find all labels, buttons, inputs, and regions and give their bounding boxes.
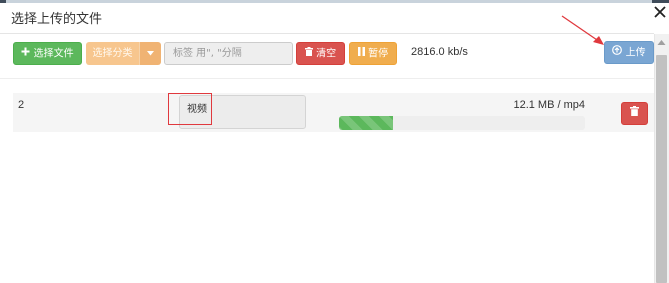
- file-size-type: 12.1 MB / mp4: [513, 99, 585, 111]
- select-files-label: 选择文件: [33, 48, 74, 60]
- trash-icon: [630, 102, 639, 125]
- upload-button[interactable]: 上传: [604, 41, 654, 64]
- close-icon[interactable]: [652, 2, 668, 22]
- category-dropdown-toggle[interactable]: [139, 42, 161, 65]
- clear-button[interactable]: 清空: [296, 42, 345, 65]
- category-select-button[interactable]: 选择分类: [86, 42, 139, 65]
- trash-icon: [304, 43, 313, 64]
- file-progress-bar: [339, 116, 585, 130]
- upload-speed: 2816.0 kb/s: [411, 46, 468, 58]
- toolbar-divider: [0, 78, 654, 79]
- clear-label: 清空: [316, 48, 337, 60]
- header-divider: [0, 33, 654, 34]
- pause-button[interactable]: 暂停: [349, 42, 397, 65]
- select-files-button[interactable]: 选择文件: [13, 42, 82, 65]
- file-index: 2: [18, 99, 25, 111]
- upload-label: 上传: [625, 47, 646, 59]
- caret-down-icon: [147, 42, 154, 65]
- dialog-title: 选择上传的文件: [11, 12, 103, 27]
- plus-icon: [21, 43, 30, 64]
- annotation-highlight-box: [168, 93, 212, 125]
- category-select-label: 选择分类: [92, 48, 133, 59]
- delete-file-button[interactable]: [621, 102, 648, 125]
- file-progress-fill: [339, 116, 394, 130]
- scrollbar-thumb[interactable]: [656, 55, 667, 283]
- upload-circle-icon: [612, 42, 623, 63]
- scroll-up-arrow-icon[interactable]: [657, 38, 666, 47]
- pause-icon: [357, 43, 365, 64]
- pause-label: 暂停: [368, 48, 389, 60]
- annotation-arrow: [560, 14, 608, 48]
- tags-input[interactable]: 标签 用", "分隔: [164, 42, 293, 65]
